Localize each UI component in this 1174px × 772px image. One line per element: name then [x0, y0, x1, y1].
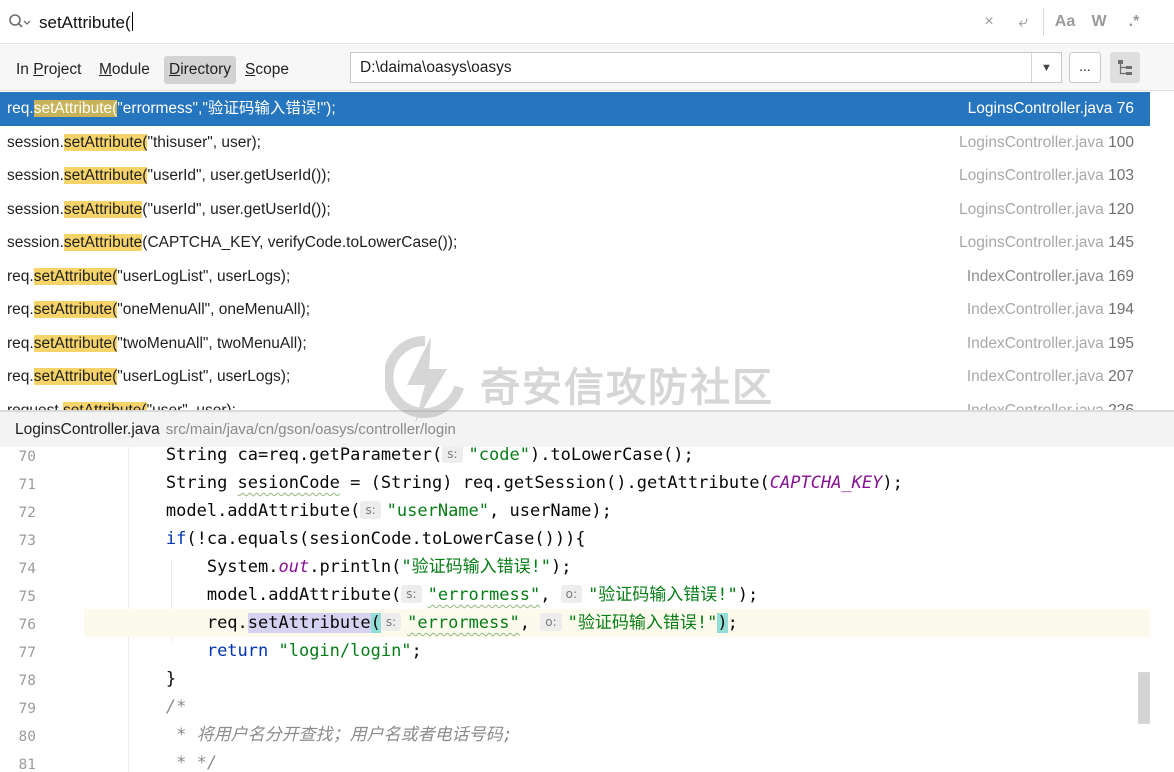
preview-header: LoginsController.java src/main/java/cn/gs… [0, 410, 1174, 447]
code-line: * 将用户名分开查找；用户名或者电话号码; [165, 725, 513, 745]
line-number: 73 [18, 533, 36, 549]
tab-in-project[interactable]: In Project [11, 56, 86, 84]
line-number: 75 [18, 589, 36, 605]
search-history-icon[interactable] [8, 13, 30, 31]
line-number: 78 [18, 673, 36, 689]
tab-scope[interactable]: Scope [240, 56, 294, 84]
code-line: String sesionCode = (String) req.getSess… [165, 473, 903, 493]
match-highlight: setAttribute [63, 200, 143, 218]
line-number: 74 [18, 561, 36, 577]
preview-file-path: src/main/java/cn/gson/oasys/controller/l… [165, 421, 456, 438]
editor-scrollbar-track[interactable] [1150, 447, 1174, 772]
match-highlight: setAttribute [33, 368, 113, 385]
param-hint: s: [380, 613, 402, 631]
param-hint: s: [442, 447, 463, 463]
tree-icon [1118, 60, 1132, 75]
result-row[interactable]: req.setAttribute("errormess","验证码输入错误!")… [0, 92, 1150, 126]
code-preview-editor[interactable]: 70 71 72 73 74 75 76 77 78 79 80 81 Stri… [0, 447, 1150, 772]
code-line: model.addAttribute(s: "userName", userNam… [165, 501, 612, 521]
code-line: System.out.println("验证码输入错误!"); [206, 557, 572, 577]
code-line-current: req.setAttribute(s: "errormess", o: "验证码输入… [84, 609, 1150, 637]
match-highlight: setAttribute [63, 234, 143, 251]
recursive-tree-button[interactable] [1110, 52, 1140, 83]
result-row[interactable]: session.setAttribute("userId", user.getU… [0, 159, 1150, 193]
param-hint: o: [560, 585, 583, 603]
match-highlight: setAttribute [33, 334, 113, 352]
line-number: 76 [18, 617, 36, 633]
code-line: return "login/login"; [206, 641, 422, 661]
regex-button[interactable]: .* [1124, 10, 1144, 34]
line-number: 70 [18, 449, 36, 465]
param-hint: o: [540, 613, 562, 631]
result-row[interactable]: req.setAttribute("userLogList", userLogs… [0, 360, 1150, 394]
browse-button[interactable]: ... [1069, 52, 1101, 83]
code-line: String ca=req.getParameter(s: "code").toL… [165, 447, 694, 465]
clear-icon[interactable]: × [980, 10, 998, 34]
line-number: 72 [18, 505, 36, 521]
param-hint: s: [360, 501, 381, 519]
line-number: 79 [18, 701, 36, 717]
match-highlight: setAttribute [63, 167, 143, 184]
line-number: 77 [18, 645, 36, 661]
result-row[interactable]: req.setAttribute("oneMenuAll", oneMenuAl… [0, 293, 1150, 327]
result-row[interactable]: req.setAttribute("userLogList", userLogs… [0, 260, 1150, 294]
line-number: 81 [18, 757, 36, 772]
preview-file-name: LoginsController.java [15, 421, 160, 438]
text-caret [131, 12, 133, 31]
results-list: req.setAttribute("errormess","验证码输入错误!")… [0, 92, 1174, 410]
result-row[interactable]: session.setAttribute("userId", user.getU… [0, 193, 1150, 227]
new-line-icon[interactable]: ⤶ [1012, 10, 1034, 34]
code-line: } [165, 669, 177, 689]
directory-field[interactable]: D:\daima\oasys\oasys [350, 52, 1062, 83]
match-highlight: setAttribute [33, 301, 113, 318]
param-hint: s: [401, 585, 422, 603]
match-case-button[interactable]: Aa [1053, 10, 1077, 34]
search-bar: setAttribute( × ⤶ Aa W .* [0, 0, 1174, 44]
code-line: * */ [165, 753, 218, 772]
result-row[interactable]: req.setAttribute("twoMenuAll", twoMenuAl… [0, 327, 1150, 361]
match-highlight: setAttribute [33, 100, 113, 117]
line-gutter: 70 71 72 73 74 75 76 77 78 79 80 81 [0, 447, 52, 772]
chevron-down-icon[interactable]: ▼ [1031, 53, 1061, 82]
line-number: 80 [18, 729, 36, 745]
results-scrollbar[interactable] [1150, 92, 1174, 410]
result-row[interactable]: request.setAttribute("user", user); Inde… [0, 394, 1150, 410]
whole-words-button[interactable]: W [1089, 10, 1109, 34]
code-line: /* [165, 697, 187, 717]
editor-scrollbar-thumb[interactable] [1138, 672, 1150, 724]
code-line: model.addAttribute(s: "errormess", o: "验证码… [206, 585, 759, 605]
match-highlight: setAttribute [63, 401, 142, 410]
result-row[interactable]: session.setAttribute(CAPTCHA_KEY, verify… [0, 226, 1150, 260]
match-highlight: setAttribute [63, 133, 143, 151]
search-input[interactable]: setAttribute( [39, 12, 133, 33]
result-row[interactable]: session.setAttribute("thisuser", user); … [0, 126, 1150, 160]
tab-module[interactable]: Module [94, 56, 155, 84]
line-number: 71 [18, 477, 36, 493]
match-highlight: setAttribute [33, 267, 113, 285]
toolbar-divider [1043, 8, 1044, 36]
code-line: if(!ca.equals(sesionCode.toLowerCase()))… [165, 529, 586, 549]
usage-highlight: setAttribute [247, 613, 371, 633]
tab-directory[interactable]: Directory [164, 56, 237, 84]
